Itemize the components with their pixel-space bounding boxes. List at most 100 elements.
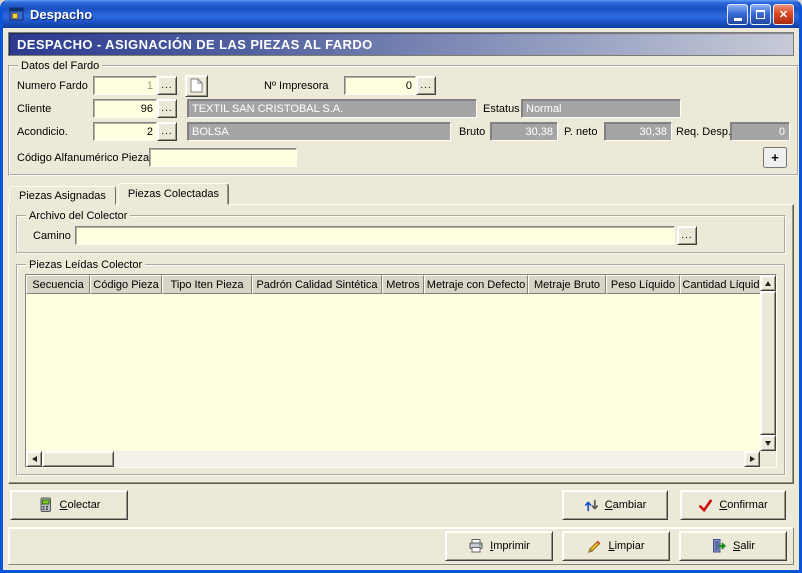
acondicio-code-input[interactable] (93, 122, 157, 141)
row-acondicio: Acondicio. ... BOLSA Bruto 30,38 P. neto… (17, 121, 790, 142)
impresora-browse-button[interactable]: ... (416, 76, 436, 95)
salir-label: Salir (733, 540, 755, 552)
confirmar-label: Confirmar (719, 499, 767, 511)
imprimir-button[interactable]: Imprimir (445, 531, 553, 561)
add-button[interactable]: + (763, 147, 787, 168)
grid-column-header[interactable]: Peso Líquido (606, 275, 680, 294)
confirmar-button[interactable]: Confirmar (680, 490, 786, 520)
grid-column-header[interactable]: Código Pieza (90, 275, 162, 294)
app-icon[interactable] (9, 6, 25, 22)
bruto-field: 30,38 (490, 122, 558, 141)
grid-column-header[interactable]: Metraje Bruto (528, 275, 606, 294)
exit-door-icon (711, 538, 727, 554)
horizontal-scrollbar[interactable] (26, 451, 760, 467)
reqdesp-field: 0 (730, 122, 790, 141)
impresora-input[interactable] (344, 76, 416, 95)
numero-fardo-input[interactable] (93, 76, 157, 95)
swap-arrows-icon (584, 498, 599, 513)
scroll-up-button[interactable] (760, 275, 776, 291)
grid-column-header[interactable]: Padrón Calidad Sintética (252, 275, 382, 294)
row-camino: Camino ... (25, 225, 777, 246)
cambiar-label: Cambiar (605, 499, 647, 511)
colectar-button[interactable]: Colectar (10, 490, 128, 520)
camino-browse-button[interactable]: ... (677, 226, 697, 245)
reqdesp-label: Req. Desp. (676, 126, 730, 138)
cambiar-button[interactable]: Cambiar (562, 490, 668, 520)
minimize-button[interactable] (727, 4, 748, 25)
scroll-right-button[interactable] (744, 451, 760, 467)
close-icon: ✕ (779, 8, 788, 21)
impresora-label: Nº Impresora (264, 80, 344, 92)
pencil-icon (587, 539, 602, 554)
arrow-up-icon (765, 281, 771, 286)
limpiar-button[interactable]: Limpiar (562, 531, 670, 561)
page-title: DESPACHO - ASIGNACIÓN DE LAS PIEZAS AL F… (8, 32, 794, 56)
estatus-label: Estatus (483, 103, 521, 115)
horizontal-scroll-track[interactable] (42, 451, 744, 467)
archivo-colector-group: Archivo del Colector Camino ... (16, 210, 786, 254)
printer-icon (468, 538, 484, 554)
acondicio-name-field: BOLSA (187, 122, 451, 141)
codigo-pieza-input[interactable] (149, 148, 297, 167)
window-body: DESPACHO - ASIGNACIÓN DE LAS PIEZAS AL F… (3, 28, 799, 570)
imprimir-label: Imprimir (490, 540, 530, 552)
checkmark-icon (698, 498, 713, 513)
piezas-leidas-group: Piezas Leídas Colector SecuenciaCódigo P… (16, 259, 786, 476)
grid-column-header[interactable]: Cantidad Líquida (680, 275, 760, 294)
titlebar[interactable]: Despacho ✕ (3, 0, 799, 28)
estatus-field: Normal (521, 99, 681, 118)
bottom-bar: Imprimir Limpiar (8, 527, 794, 565)
numero-fardo-browse-button[interactable]: ... (157, 76, 177, 95)
horizontal-scroll-thumb[interactable] (42, 451, 114, 467)
grid-header: SecuenciaCódigo PiezaTipo Iten PiezaPadr… (26, 275, 760, 294)
app-window: Despacho ✕ DESPACHO - ASIGNACIÓN DE LAS … (0, 0, 802, 573)
cliente-code-input[interactable] (93, 99, 157, 118)
vertical-scrollbar[interactable] (760, 275, 776, 451)
tab-panel: Archivo del Colector Camino ... Piezas L… (8, 204, 794, 484)
acondicio-browse-button[interactable]: ... (157, 122, 177, 141)
grid-body[interactable] (26, 294, 760, 451)
numero-fardo-label: Numero Fardo (17, 80, 93, 92)
piezas-leidas-legend: Piezas Leídas Colector (26, 259, 145, 271)
piezas-grid: SecuenciaCódigo PiezaTipo Iten PiezaPadr… (25, 274, 777, 468)
grid-column-header[interactable]: Secuencia (26, 275, 90, 294)
arrow-down-icon (765, 441, 771, 446)
arrow-right-icon (750, 456, 755, 462)
new-document-button[interactable] (185, 75, 208, 97)
tabstrip: Piezas Asignadas Piezas Colectadas (8, 183, 794, 205)
acondicio-label: Acondicio. (17, 126, 93, 138)
cliente-label: Cliente (17, 103, 93, 115)
window-title: Despacho (30, 7, 725, 22)
minimize-icon (734, 18, 742, 21)
grid-column-header[interactable]: Metraje con Defecto (424, 275, 528, 294)
bruto-label: Bruto (459, 126, 487, 138)
salir-button[interactable]: Salir (679, 531, 787, 561)
tab-piezas-asignadas[interactable]: Piezas Asignadas (9, 186, 116, 205)
row-cliente: Cliente ... TEXTIL SAN CRISTOBAL S.A. Es… (17, 98, 790, 119)
pneto-field: 30,38 (604, 122, 672, 141)
grid-column-header[interactable]: Metros (382, 275, 424, 294)
archivo-colector-legend: Archivo del Colector (26, 210, 130, 222)
close-button[interactable]: ✕ (773, 4, 794, 25)
new-document-icon (190, 78, 203, 93)
camino-label: Camino (33, 230, 75, 242)
action-button-row: Colectar Cambiar Confirmar (10, 490, 792, 520)
arrow-left-icon (32, 456, 37, 462)
scroll-left-button[interactable] (26, 451, 42, 467)
limpiar-label: Limpiar (608, 540, 644, 552)
grid-column-header[interactable]: Tipo Iten Pieza (162, 275, 252, 294)
scroll-down-button[interactable] (760, 435, 776, 451)
cliente-name-field: TEXTIL SAN CRISTOBAL S.A. (187, 99, 477, 118)
camino-input[interactable] (75, 226, 675, 245)
row-numero-fardo: Numero Fardo ... Nº Impresora ... (17, 75, 790, 96)
datos-fardo-group: Datos del Fardo Numero Fardo ... Nº Impr… (8, 60, 799, 176)
datos-fardo-legend: Datos del Fardo (18, 60, 102, 72)
cliente-browse-button[interactable]: ... (157, 99, 177, 118)
colectar-label: Colectar (60, 499, 101, 511)
maximize-button[interactable] (750, 4, 771, 25)
pneto-label: P. neto (564, 126, 602, 138)
tab-piezas-colectadas[interactable]: Piezas Colectadas (118, 183, 229, 205)
collector-icon (38, 497, 54, 513)
vertical-scroll-track[interactable] (760, 291, 776, 435)
vertical-scroll-thumb[interactable] (760, 291, 776, 435)
